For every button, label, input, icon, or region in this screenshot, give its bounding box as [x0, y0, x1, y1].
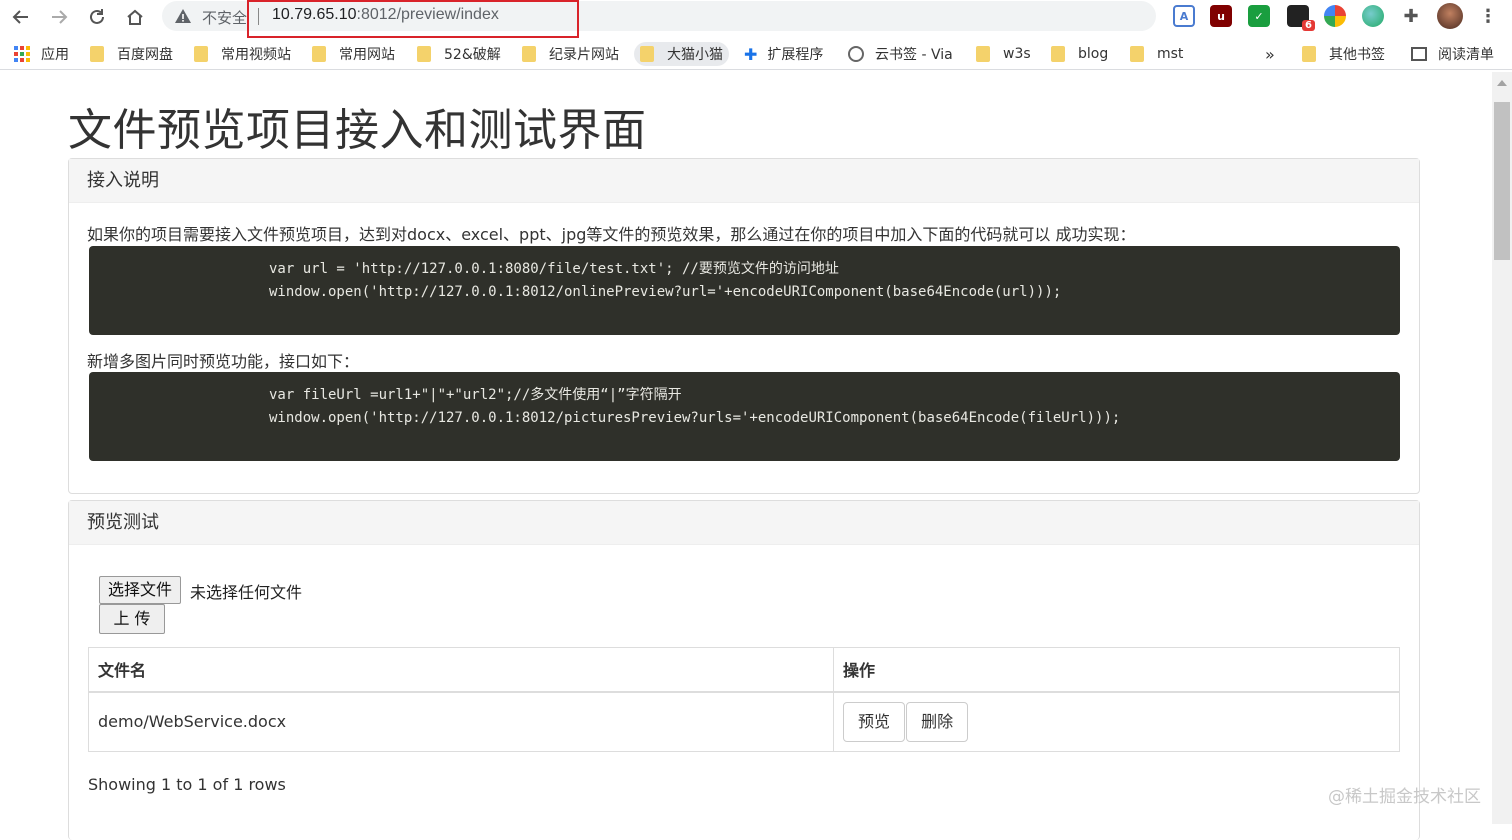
bookmark-folder[interactable]: 常用网站	[312, 42, 395, 66]
puzzle-icon: ✚	[744, 44, 758, 64]
bookmark-folder[interactable]: mst	[1130, 42, 1183, 66]
folder-icon	[1302, 46, 1316, 62]
access-panel: 接入说明 如果你的项目需要接入文件预览项目，达到对docx、excel、ppt、…	[68, 158, 1420, 494]
folder-icon	[522, 46, 536, 62]
bookmark-label: 纪录片网站	[549, 47, 619, 63]
bookmark-folder[interactable]: blog	[1051, 42, 1108, 66]
url-highlight-box	[247, 0, 579, 38]
file-table: 文件名 操作 demo/WebService.docx 预览 删除	[88, 647, 1400, 752]
table-header-row: 文件名 操作	[88, 647, 1400, 693]
scroll-up-arrow-icon[interactable]	[1497, 80, 1507, 86]
ublock-extension-icon[interactable]: u	[1210, 5, 1232, 27]
home-icon[interactable]	[122, 4, 148, 30]
bookmark-label: 百度网盘	[117, 47, 173, 63]
profile-avatar[interactable]	[1437, 3, 1463, 29]
bookmark-label: 52&破解	[444, 47, 501, 63]
preview-button[interactable]: 预览	[843, 701, 906, 742]
bookmark-folder[interactable]: 常用视频站	[194, 42, 291, 66]
file-name-cell: demo/WebService.docx	[88, 691, 834, 752]
code-block-single: var url = 'http://127.0.0.1:8080/file/te…	[89, 246, 1400, 335]
bookmark-folder[interactable]: 纪录片网站	[522, 42, 619, 66]
scrollbar-thumb[interactable]	[1494, 102, 1510, 260]
puzzle-extensions-icon[interactable]: ✚	[1400, 5, 1422, 27]
bookmark-label: 其他书签	[1329, 47, 1385, 63]
access-intro: 如果你的项目需要接入文件预览项目，达到对docx、excel、ppt、jpg等文…	[87, 225, 1136, 244]
folder-icon	[312, 46, 326, 62]
folder-icon	[1130, 46, 1144, 62]
bookmark-label: w3s	[1003, 46, 1031, 62]
delete-button[interactable]: 删除	[906, 701, 969, 742]
multi-preview-intro: 新增多图片同时预览功能，接口如下：	[87, 352, 360, 371]
browser-toolbar: 不安全 10.79.65.10:8012/preview/index A u ✓…	[0, 0, 1512, 38]
test-panel: 预览测试 选择文件 未选择任何文件 上 传 文件名 操作 demo/WebSer…	[68, 500, 1420, 840]
no-file-label: 未选择任何文件	[190, 583, 303, 602]
code-line: var fileUrl =url1+"|"+"url2";//多文件使用“|”字…	[269, 387, 682, 403]
bookmark-extensions[interactable]: ✚ 扩展程序	[744, 42, 823, 66]
globe-icon	[848, 46, 864, 62]
bookmark-label: 大猫小猫	[667, 47, 723, 63]
access-panel-heading: 接入说明	[69, 159, 1419, 203]
folder-icon	[1051, 46, 1065, 62]
back-icon[interactable]	[8, 4, 34, 30]
choose-file-button[interactable]: 选择文件	[99, 576, 182, 604]
folder-icon	[976, 46, 990, 62]
bookmark-label: blog	[1078, 46, 1109, 62]
translate-extension-icon[interactable]: A	[1173, 5, 1195, 27]
code-line: var url = 'http://127.0.0.1:8080/file/te…	[269, 261, 839, 277]
code-line: window.open('http://127.0.0.1:8012/pictu…	[269, 410, 1121, 426]
folder-icon	[417, 46, 431, 62]
bookmark-label: 扩展程序	[767, 47, 824, 63]
code-line: window.open('http://127.0.0.1:8012/onlin…	[269, 284, 1062, 300]
bookmark-folder[interactable]: w3s	[976, 42, 1031, 66]
column-header-filename[interactable]: 文件名	[88, 647, 834, 693]
bookmark-folder-active[interactable]: 大猫小猫	[634, 42, 729, 66]
folder-icon	[194, 46, 208, 62]
page-title: 文件预览项目接入和测试界面	[68, 105, 647, 156]
bookmarks-overflow-button[interactable]: »	[1265, 42, 1275, 66]
folder-icon	[90, 46, 104, 62]
vertical-scrollbar[interactable]	[1492, 72, 1512, 824]
extension-badge: 6	[1302, 20, 1315, 31]
bookmark-label: 阅读清单	[1438, 47, 1494, 63]
bookmark-folder[interactable]: 52&破解	[417, 42, 501, 66]
bookmark-reading-list[interactable]: 阅读清单	[1411, 42, 1494, 66]
folder-icon	[640, 46, 654, 62]
bookmark-other[interactable]: 其他书签	[1302, 42, 1385, 66]
action-cell: 预览 删除	[833, 691, 1400, 752]
reload-icon[interactable]	[84, 4, 110, 30]
bookmark-folder[interactable]: 百度网盘	[90, 42, 173, 66]
reading-list-icon	[1411, 47, 1427, 61]
bookmark-label: mst	[1157, 46, 1184, 62]
test-panel-heading: 预览测试	[69, 501, 1419, 545]
bookmark-label: 云书签 - Via	[875, 47, 953, 63]
apps-grid-icon	[14, 46, 30, 62]
insecure-label: 不安全	[202, 9, 248, 27]
bookmark-via[interactable]: 云书签 - Via	[848, 42, 953, 66]
globe-extension-icon[interactable]	[1362, 5, 1384, 27]
more-menu-icon[interactable]: ⋮	[1477, 5, 1499, 27]
column-header-action[interactable]: 操作	[833, 647, 1400, 693]
shield-extension-icon[interactable]: ✓	[1248, 5, 1270, 27]
forward-icon[interactable]	[46, 4, 72, 30]
bookmark-label: 常用网站	[339, 47, 395, 63]
table-row: demo/WebService.docx 预览 删除	[88, 691, 1400, 752]
watermark: @稀土掘金技术社区	[1328, 787, 1481, 807]
page-content: 文件预览项目接入和测试界面 接入说明 如果你的项目需要接入文件预览项目，达到对d…	[0, 72, 1492, 840]
tab-extension-icon[interactable]: 6	[1287, 5, 1315, 31]
upload-button[interactable]: 上 传	[99, 604, 165, 634]
code-block-multi: var fileUrl =url1+"|"+"url2";//多文件使用“|”字…	[89, 372, 1400, 461]
warning-icon	[175, 9, 191, 23]
pagination-info: Showing 1 to 1 of 1 rows	[88, 775, 286, 794]
bookmarks-bar: 应用 百度网盘 常用视频站 常用网站 52&破解 纪录片网站 大猫小猫 ✚ 扩展程…	[0, 38, 1512, 70]
bookmark-label: 常用视频站	[221, 47, 291, 63]
bookmark-apps[interactable]: 应用	[14, 42, 69, 66]
chrome-extension-icon[interactable]	[1324, 5, 1346, 27]
bookmark-label: 应用	[41, 47, 69, 63]
